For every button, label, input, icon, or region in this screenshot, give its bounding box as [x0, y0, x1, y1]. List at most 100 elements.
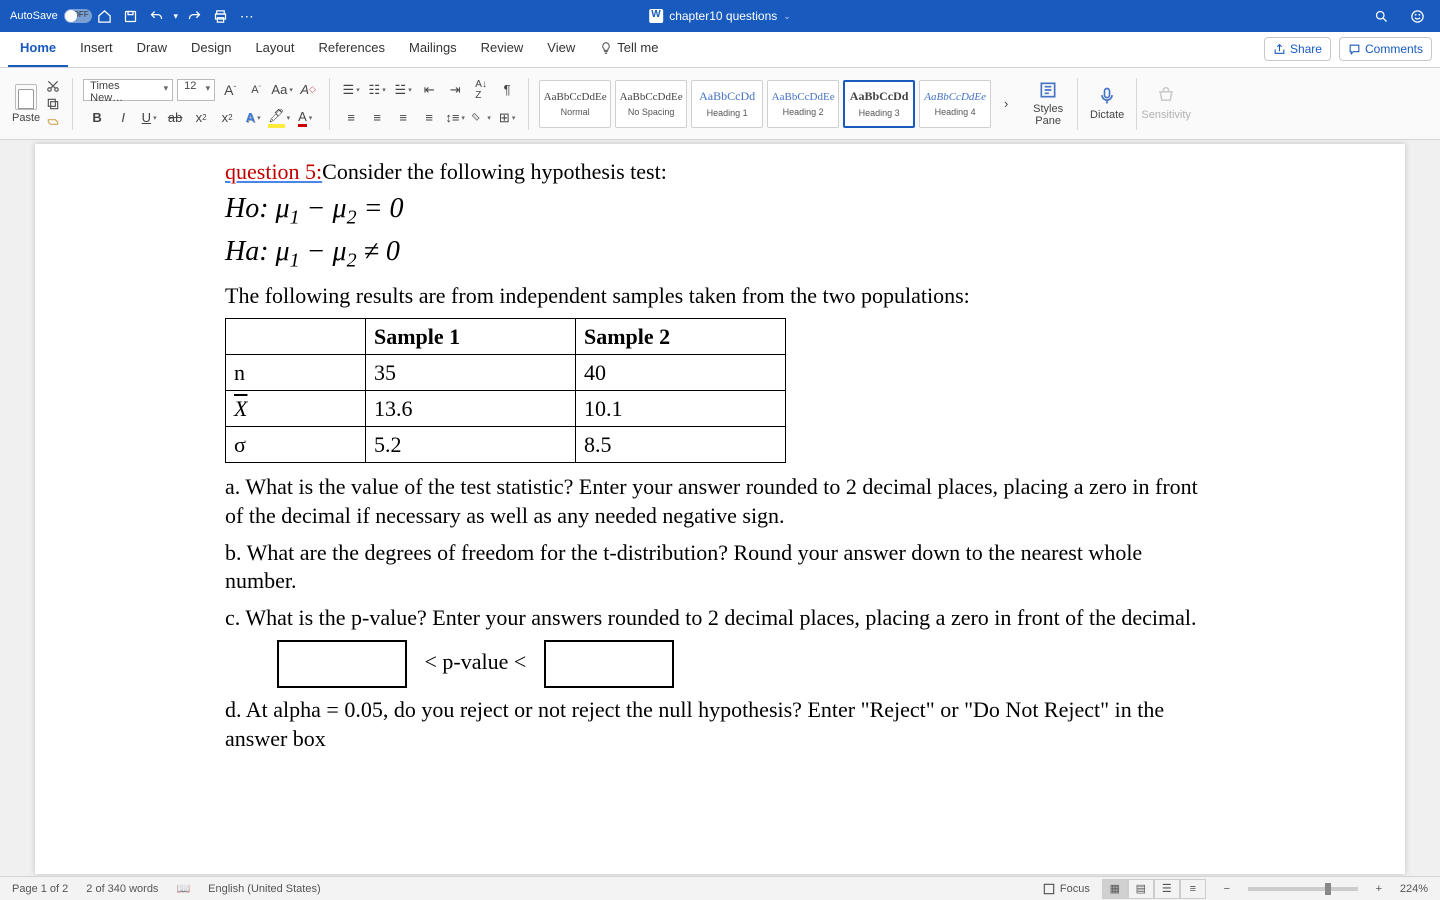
- style-heading2[interactable]: AaBbCcDdEeHeading 2: [767, 80, 839, 128]
- view-outline-icon[interactable]: ☰: [1154, 879, 1180, 899]
- style-normal[interactable]: AaBbCcDdEeNormal: [539, 80, 611, 128]
- comments-button[interactable]: Comments: [1339, 37, 1432, 61]
- save-icon[interactable]: [118, 3, 144, 29]
- paragraph-group: ☰ ☷ ☱ ⇤ ⇥ A↓Z ¶ ≡ ≡ ≡ ≡ ↕≡ ⊞: [334, 68, 524, 139]
- more-icon[interactable]: ⋯: [234, 3, 260, 29]
- sensitivity-button[interactable]: Sensitivity: [1141, 86, 1191, 121]
- pvalue-row: < p-value <: [225, 640, 1215, 688]
- dictate-button[interactable]: Dictate: [1082, 86, 1132, 121]
- superscript-icon[interactable]: x2: [216, 107, 238, 129]
- autosave-toggle[interactable]: AutoSave OFF: [10, 9, 92, 23]
- text-effects-icon[interactable]: A: [242, 107, 264, 129]
- view-buttons: ▦ ▤ ☰ ≡: [1102, 879, 1206, 899]
- justify-icon[interactable]: ≡: [418, 107, 440, 129]
- status-page[interactable]: Page 1 of 2: [12, 883, 68, 895]
- share-icon: [1273, 43, 1286, 56]
- tab-view[interactable]: View: [535, 32, 587, 67]
- zoom-out[interactable]: −: [1218, 880, 1236, 898]
- home-icon[interactable]: [92, 3, 118, 29]
- smiley-icon[interactable]: [1404, 3, 1430, 29]
- tab-mailings[interactable]: Mailings: [397, 32, 469, 67]
- align-right-icon[interactable]: ≡: [392, 107, 414, 129]
- style-heading3[interactable]: AaBbCcDdHeading 3: [843, 80, 915, 128]
- part-a: a. What is the value of the test statist…: [225, 473, 1215, 530]
- undo-dropdown-icon[interactable]: ▾: [170, 3, 182, 29]
- status-words[interactable]: 2 of 340 words: [86, 883, 158, 895]
- italic-icon[interactable]: I: [112, 107, 134, 129]
- undo-icon[interactable]: [144, 3, 170, 29]
- tab-review[interactable]: Review: [469, 32, 536, 67]
- change-case-icon[interactable]: Aa: [271, 79, 293, 101]
- zoom-level[interactable]: 224%: [1400, 883, 1428, 895]
- focus-mode[interactable]: Focus: [1042, 882, 1090, 896]
- clipboard-group: Paste: [6, 68, 68, 139]
- increase-font-icon[interactable]: Aˆ: [219, 79, 241, 101]
- tab-home[interactable]: Home: [8, 32, 68, 67]
- print-icon[interactable]: [208, 3, 234, 29]
- tab-insert[interactable]: Insert: [68, 32, 125, 67]
- titlebar: AutoSave OFF ▾ ⋯ chapter10 questions ⌄: [0, 0, 1440, 32]
- font-family-select[interactable]: Times New…: [83, 79, 173, 101]
- paste-button[interactable]: Paste: [12, 84, 40, 124]
- style-heading4[interactable]: AaBbCcDdEeHeading 4: [919, 80, 991, 128]
- sensitivity-icon: [1156, 86, 1176, 106]
- doc-title[interactable]: chapter10 questions ⌄: [649, 9, 791, 23]
- search-icon[interactable]: [1368, 3, 1394, 29]
- sort-icon[interactable]: A↓Z: [470, 79, 492, 101]
- font-size-select[interactable]: 12: [177, 79, 215, 101]
- autosave-switch[interactable]: OFF: [64, 9, 92, 23]
- view-web-icon[interactable]: ▤: [1128, 879, 1154, 899]
- status-bar: Page 1 of 2 2 of 340 words 📖 English (Un…: [0, 876, 1440, 900]
- show-marks-icon[interactable]: ¶: [496, 79, 518, 101]
- styles-group: AaBbCcDdEeNormal AaBbCcDdEeNo Spacing Aa…: [533, 68, 1023, 139]
- font-color-icon[interactable]: A: [294, 107, 316, 129]
- borders-icon[interactable]: ⊞: [496, 107, 518, 129]
- data-table: Sample 1Sample 2 n3540 X13.610.1 σ5.28.5: [225, 318, 786, 463]
- bullets-icon[interactable]: ☰: [340, 79, 362, 101]
- status-language[interactable]: English (United States): [208, 883, 321, 895]
- status-spellcheck-icon[interactable]: 📖: [176, 882, 190, 895]
- cut-icon[interactable]: [44, 78, 62, 94]
- align-center-icon[interactable]: ≡: [366, 107, 388, 129]
- mic-icon: [1097, 86, 1117, 106]
- increase-indent-icon[interactable]: ⇥: [444, 79, 466, 101]
- redo-icon[interactable]: [182, 3, 208, 29]
- part-d: d. At alpha = 0.05, do you reject or not…: [225, 696, 1215, 753]
- decrease-indent-icon[interactable]: ⇤: [418, 79, 440, 101]
- style-heading1[interactable]: AaBbCcDdHeading 1: [691, 80, 763, 128]
- style-nospacing[interactable]: AaBbCcDdEeNo Spacing: [615, 80, 687, 128]
- tab-design[interactable]: Design: [179, 32, 243, 67]
- copy-icon[interactable]: [44, 96, 62, 112]
- word-icon: [649, 9, 663, 23]
- format-painter-icon[interactable]: [44, 114, 62, 130]
- tab-references[interactable]: References: [307, 32, 397, 67]
- strike-icon[interactable]: ab: [164, 107, 186, 129]
- view-print-icon[interactable]: ▦: [1102, 879, 1128, 899]
- share-button[interactable]: Share: [1264, 37, 1331, 61]
- tab-layout[interactable]: Layout: [243, 32, 306, 67]
- underline-icon[interactable]: U: [138, 107, 160, 129]
- highlight-icon[interactable]: 🖊: [268, 107, 290, 129]
- numbering-icon[interactable]: ☷: [366, 79, 388, 101]
- clear-format-icon[interactable]: A◇: [297, 79, 319, 101]
- zoom-slider[interactable]: [1248, 887, 1358, 891]
- tell-me[interactable]: Tell me: [587, 32, 670, 67]
- multilevel-icon[interactable]: ☱: [392, 79, 414, 101]
- styles-pane-button[interactable]: Styles Pane: [1023, 80, 1073, 127]
- align-left-icon[interactable]: ≡: [340, 107, 362, 129]
- clipboard-icon: [15, 84, 37, 110]
- document-area[interactable]: question 5:Consider the following hypoth…: [0, 140, 1440, 876]
- part-c: c. What is the p-value? Enter your answe…: [225, 604, 1215, 633]
- lightbulb-icon: [599, 41, 613, 55]
- shading-icon[interactable]: [470, 107, 492, 129]
- part-b: b. What are the degrees of freedom for t…: [225, 539, 1215, 596]
- font-group: Times New… 12 Aˆ Aˇ Aa A◇ B I U ab x2 x2…: [77, 68, 325, 139]
- decrease-font-icon[interactable]: Aˇ: [245, 79, 267, 101]
- tab-draw[interactable]: Draw: [125, 32, 179, 67]
- view-draft-icon[interactable]: ≡: [1180, 879, 1206, 899]
- zoom-in[interactable]: +: [1370, 880, 1388, 898]
- subscript-icon[interactable]: x2: [190, 107, 212, 129]
- bold-icon[interactable]: B: [86, 107, 108, 129]
- styles-more-icon[interactable]: ›: [995, 93, 1017, 115]
- line-spacing-icon[interactable]: ↕≡: [444, 107, 466, 129]
